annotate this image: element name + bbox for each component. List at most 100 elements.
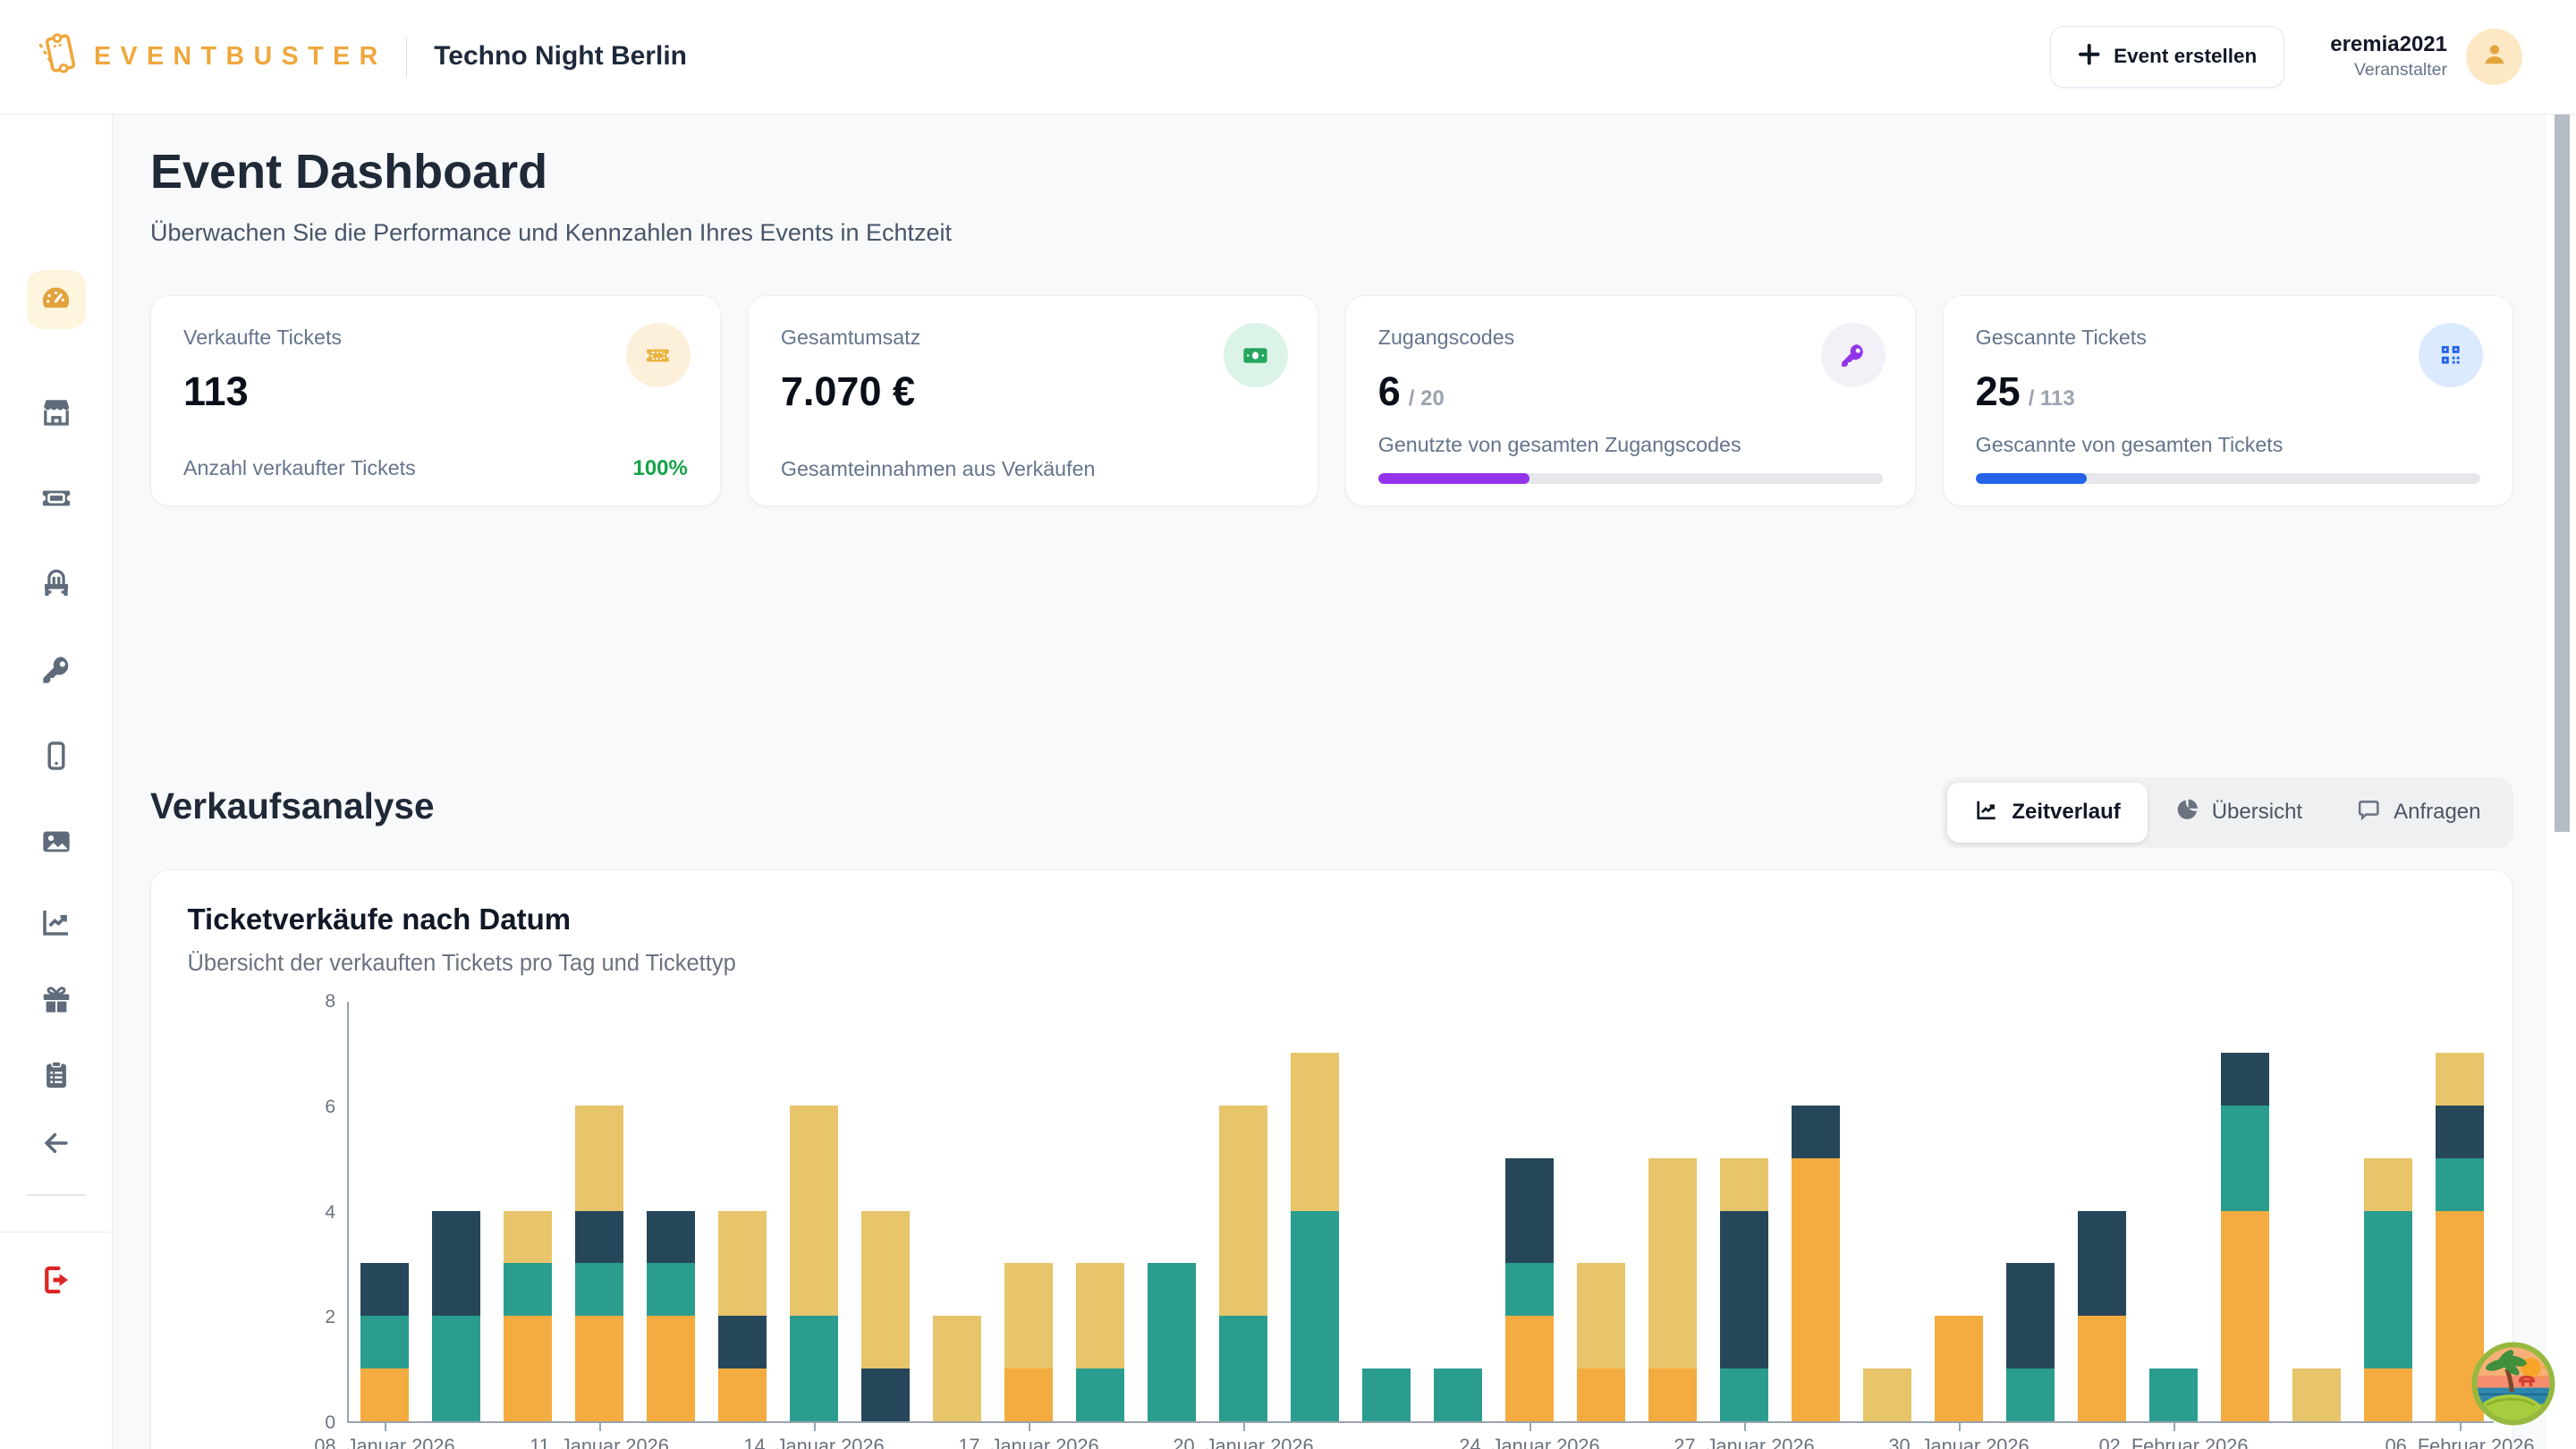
y-axis-label: 8 <box>282 991 335 1013</box>
tab-uebersicht[interactable]: Übersicht <box>2148 783 2329 843</box>
qr-scan-icon <box>2419 323 2483 387</box>
stacked-bar-chart: 0246808. Januar 202611. Januar 202614. J… <box>347 1002 2494 1423</box>
bar-segment-early-bird <box>360 1316 409 1368</box>
bar-segment-early-bird <box>1148 1263 1196 1421</box>
logo-wordmark: EVENTBUSTER <box>94 42 387 72</box>
scrollbar-thumb[interactable] <box>2555 114 2570 833</box>
bar-segment-vip <box>575 1316 623 1421</box>
bar-segment-early-bird <box>1434 1368 1482 1421</box>
bar-segment-vip <box>1935 1316 1983 1421</box>
bar-segment-vip <box>647 1316 695 1421</box>
chart-subtitle: Übersicht der verkauften Tickets pro Tag… <box>188 951 736 977</box>
sidebar-item-mobile[interactable] <box>39 739 73 773</box>
bar-segment-vip <box>718 1368 767 1421</box>
bar-segment-regular <box>1291 1053 1339 1211</box>
sidebar-item-media[interactable] <box>38 824 73 859</box>
ticket-icon <box>38 479 74 516</box>
chart-line-icon <box>1974 797 2000 829</box>
stat-card-access-codes: Zugangscodes 6/ 20 Genutzte von gesamten… <box>1345 295 1916 506</box>
y-axis-label: 0 <box>282 1412 335 1434</box>
bar-segment-early-bird <box>2006 1368 2055 1421</box>
page-title: Event Dashboard <box>150 144 547 199</box>
x-axis-label: 27. Januar 2026 <box>1674 1435 1814 1449</box>
bar-segment-early-bird <box>432 1316 480 1421</box>
user-role: Veranstalter <box>2330 60 2447 80</box>
ticket-icon <box>626 323 691 387</box>
gauge-icon <box>38 282 73 317</box>
beach-island-badge[interactable] <box>2470 1341 2556 1427</box>
bar-segment-backstage-pass <box>647 1211 695 1264</box>
card-description: Gescannte von gesamten Tickets <box>1976 433 2284 457</box>
bar-segment-early-bird <box>790 1316 838 1421</box>
sidebar-item-orders[interactable] <box>39 1058 73 1092</box>
bar-segment-regular <box>933 1316 981 1421</box>
bar-segment-backstage-pass <box>360 1263 409 1316</box>
card-title: Gesamtumsatz <box>781 326 1285 350</box>
bar-segment-regular <box>718 1211 767 1317</box>
sidebar-footer <box>0 1232 112 1233</box>
x-axis-label: 06. Februar 2026 <box>2385 1435 2535 1449</box>
sidebar-collapse-button[interactable] <box>39 1126 73 1160</box>
current-event-name: Techno Night Berlin <box>434 41 687 72</box>
stat-card-sold-tickets: Verkaufte Tickets 113 Anzahl verkaufter … <box>150 295 721 506</box>
bar-segment-early-bird <box>2436 1158 2484 1211</box>
user-avatar[interactable] <box>2466 29 2522 85</box>
key-icon <box>38 652 73 687</box>
scanned-tickets-progress <box>1976 473 2480 484</box>
sidebar-item-seating[interactable] <box>38 566 73 601</box>
bar-segment-vip <box>1648 1368 1697 1421</box>
card-title: Gescannte Tickets <box>1976 326 2480 350</box>
bar-segment-backstage-pass <box>1720 1211 1768 1369</box>
bar-segment-early-bird <box>1219 1316 1267 1421</box>
logout-button[interactable] <box>38 1263 73 1298</box>
bar-segment-regular <box>2292 1368 2341 1421</box>
sidebar-item-analytics[interactable] <box>38 904 73 939</box>
sidebar-item-access-codes[interactable] <box>38 652 73 687</box>
bar-segment-backstage-pass <box>2006 1263 2055 1368</box>
x-axis-label: 17. Januar 2026 <box>958 1435 1098 1449</box>
x-axis-tick <box>599 1421 601 1431</box>
bar-segment-vip <box>1505 1316 1554 1421</box>
banknote-icon <box>1224 323 1288 387</box>
image-icon <box>38 824 73 859</box>
bar-segment-regular <box>861 1211 910 1369</box>
bar-segment-regular <box>2436 1053 2484 1106</box>
bench-icon <box>38 566 73 601</box>
arrow-left-icon <box>39 1126 73 1160</box>
bar-segment-vip <box>1792 1158 1840 1421</box>
pie-chart-icon <box>2174 797 2200 829</box>
bar-segment-vip <box>504 1316 552 1421</box>
card-percent-badge: 100% <box>632 456 687 481</box>
bar-segment-early-bird <box>2221 1106 2269 1211</box>
page-subtitle: Überwachen Sie die Performance und Kennz… <box>150 219 952 247</box>
scrollbar-track[interactable] <box>2546 114 2576 1449</box>
app-logo[interactable]: EVENTBUSTER <box>38 30 387 82</box>
bar-segment-vip <box>360 1368 409 1421</box>
bar-segment-vip <box>2078 1316 2126 1421</box>
sidebar-item-tickets[interactable] <box>38 479 74 516</box>
bar-segment-vip <box>1577 1368 1625 1421</box>
stat-cards-row: Verkaufte Tickets 113 Anzahl verkaufter … <box>150 295 2513 506</box>
sidebar-item-shop[interactable] <box>38 394 73 429</box>
bar-segment-early-bird <box>1720 1368 1768 1421</box>
bar-segment-early-bird <box>2364 1211 2412 1369</box>
bar-segment-backstage-pass <box>432 1211 480 1317</box>
bar-segment-vip <box>2221 1211 2269 1422</box>
x-axis-tick <box>385 1421 386 1431</box>
tab-anfragen[interactable]: Anfragen <box>2329 783 2507 843</box>
bar-segment-backstage-pass <box>2436 1106 2484 1158</box>
sidebar-item-dashboard[interactable] <box>27 270 86 329</box>
create-event-button[interactable]: Event erstellen <box>2050 26 2285 88</box>
bar-segment-vip <box>2364 1368 2412 1421</box>
y-axis-label: 4 <box>282 1202 335 1224</box>
bar-segment-regular <box>1004 1263 1053 1368</box>
card-description: Genutzte von gesamten Zugangscodes <box>1378 433 1741 457</box>
sidebar-divider <box>27 1194 86 1196</box>
smartphone-icon <box>39 739 73 773</box>
tab-zeitverlauf[interactable]: Zeitverlauf <box>1947 783 2147 843</box>
access-codes-progress <box>1378 473 1883 484</box>
sidebar-nav <box>0 114 113 1449</box>
sidebar-item-promotions[interactable] <box>38 982 73 1017</box>
x-axis-label: 14. Januar 2026 <box>743 1435 884 1449</box>
bar-segment-regular <box>504 1211 552 1264</box>
